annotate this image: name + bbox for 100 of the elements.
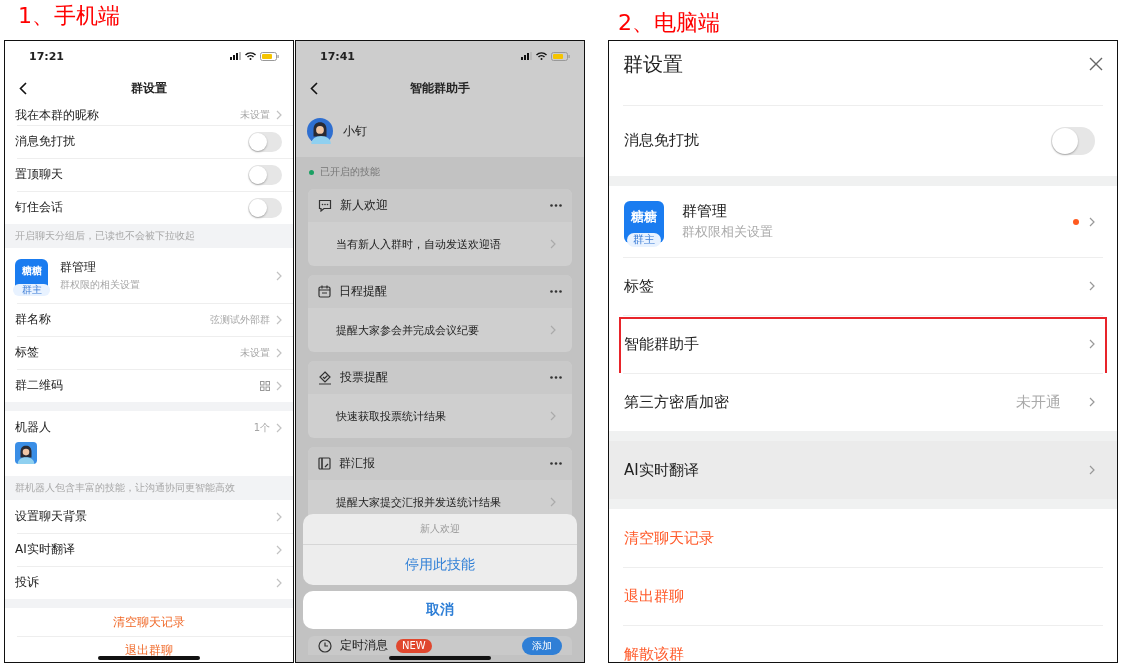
chevron-right-icon bbox=[550, 239, 556, 249]
toggle-switch[interactable] bbox=[248, 131, 282, 152]
setting-label[interactable]: 智能群助手 bbox=[624, 334, 1079, 354]
bot-name: 小钉 bbox=[343, 122, 367, 140]
skill-card[interactable]: 定时消息 NEW 添加 bbox=[308, 636, 572, 655]
more-icon[interactable] bbox=[550, 376, 562, 379]
avatar bbox=[15, 442, 37, 464]
more-icon[interactable] bbox=[550, 204, 562, 207]
skill-title: 投票提醒 bbox=[340, 369, 389, 386]
setting-label[interactable]: 群管理 bbox=[682, 202, 1063, 221]
avatar-text: 糖糖 bbox=[21, 265, 42, 277]
chat-icon bbox=[318, 199, 332, 212]
signal-icon bbox=[521, 52, 532, 60]
chevron-right-icon bbox=[276, 511, 282, 522]
toggle-switch[interactable] bbox=[248, 164, 282, 185]
chevron-right-icon bbox=[550, 497, 556, 507]
chevron-right-icon bbox=[276, 314, 282, 325]
setting-label[interactable]: 标签 bbox=[624, 276, 1079, 296]
section-label: 已开启的技能 bbox=[320, 165, 380, 179]
wifi-icon bbox=[536, 52, 547, 60]
setting-label[interactable]: 机器人 bbox=[15, 419, 248, 436]
setting-label[interactable]: 群名称 bbox=[15, 311, 204, 328]
avatar-text: 糖糖 bbox=[631, 208, 657, 224]
more-icon[interactable] bbox=[550, 462, 562, 465]
wifi-icon bbox=[245, 52, 256, 60]
signal-icon bbox=[230, 52, 241, 60]
back-icon[interactable] bbox=[310, 82, 318, 95]
skill-card[interactable]: 新人欢迎 当有新人入群时，自动发送欢迎语 bbox=[308, 189, 572, 266]
chevron-right-icon bbox=[1089, 281, 1095, 291]
chevron-right-icon bbox=[276, 110, 282, 120]
page-title: 群设置 bbox=[131, 79, 167, 97]
panel-title: 群设置 bbox=[623, 51, 683, 78]
setting-value: 未设置 bbox=[240, 108, 270, 122]
chevron-right-icon bbox=[276, 270, 282, 281]
setting-label[interactable]: 第三方密盾加密 bbox=[624, 392, 1006, 412]
close-icon[interactable] bbox=[1089, 57, 1103, 71]
setting-label[interactable]: 群管理 bbox=[60, 259, 270, 276]
role-badge: 群主 bbox=[13, 284, 50, 296]
hint-text: 开启聊天分组后，已读也不会被下拉收起 bbox=[15, 230, 195, 241]
calendar-icon bbox=[318, 285, 331, 298]
status-time: 17:21 bbox=[29, 49, 64, 63]
back-icon[interactable] bbox=[19, 82, 27, 95]
more-icon[interactable] bbox=[550, 290, 562, 293]
chevron-right-icon bbox=[550, 411, 556, 421]
chevron-right-icon bbox=[276, 577, 282, 588]
vote-icon bbox=[318, 370, 332, 385]
clock-icon bbox=[318, 638, 332, 653]
setting-subtitle: 群权限的相关设置 bbox=[60, 278, 141, 292]
status-dot bbox=[309, 169, 314, 175]
role-badge: 群主 bbox=[627, 232, 661, 247]
skill-card[interactable]: 投票提醒 快速获取投票统计结果 bbox=[308, 361, 572, 438]
skill-description: 快速获取投票统计结果 bbox=[336, 408, 447, 424]
chevron-right-icon bbox=[1089, 216, 1095, 227]
chevron-right-icon bbox=[276, 544, 282, 555]
sheet-title: 新人欢迎 bbox=[420, 522, 460, 536]
setting-label[interactable]: 投诉 bbox=[15, 574, 270, 591]
chevron-right-icon bbox=[1089, 397, 1095, 407]
setting-label: 置顶聊天 bbox=[15, 166, 64, 183]
skill-description: 提醒大家参会并完成会议纪要 bbox=[336, 322, 480, 338]
setting-label: 钉住会话 bbox=[15, 199, 64, 216]
chevron-right-icon bbox=[276, 422, 282, 433]
chevron-right-icon bbox=[1089, 465, 1095, 475]
setting-label[interactable]: 标签 bbox=[15, 344, 234, 361]
section-caption: 2、电脑端 bbox=[618, 10, 720, 35]
battery-icon bbox=[260, 51, 279, 61]
skill-description: 提醒大家提交汇报并发送统计结果 bbox=[336, 494, 502, 510]
skill-description: 当有新人入群时，自动发送欢迎语 bbox=[336, 236, 502, 252]
skill-card[interactable]: 日程提醒 提醒大家参会并完成会议纪要 bbox=[308, 275, 572, 352]
page-title: 智能群助手 bbox=[410, 79, 470, 97]
setting-label[interactable]: 我在本群的昵称 bbox=[15, 106, 234, 124]
status-time: 17:41 bbox=[320, 49, 355, 63]
skill-title: 新人欢迎 bbox=[340, 197, 389, 214]
add-button[interactable]: 添加 bbox=[522, 636, 562, 655]
new-badge: NEW bbox=[396, 638, 432, 653]
setting-label[interactable]: AI实时翻译 bbox=[15, 541, 270, 558]
skill-title: 日程提醒 bbox=[339, 283, 388, 300]
setting-label[interactable]: 设置聊天背景 bbox=[15, 508, 270, 525]
section-caption: 1、手机端 bbox=[18, 3, 120, 28]
setting-value: 弦测试外部群 bbox=[210, 312, 270, 327]
qr-code-icon bbox=[260, 380, 270, 391]
battery-icon bbox=[551, 51, 570, 61]
setting-value: 未设置 bbox=[240, 345, 270, 360]
chevron-right-icon bbox=[1089, 339, 1095, 349]
chevron-right-icon bbox=[276, 347, 282, 358]
setting-label: 消息免打扰 bbox=[624, 131, 700, 150]
cancel-button[interactable]: 取消 bbox=[303, 591, 577, 629]
setting-value: 未开通 bbox=[1016, 392, 1061, 412]
report-icon bbox=[318, 457, 331, 470]
avatar bbox=[307, 118, 333, 144]
hint-text: 群机器人包含丰富的技能，让沟通协同更智能高效 bbox=[15, 482, 235, 493]
skill-title: 群汇报 bbox=[339, 455, 376, 472]
setting-value: 1个 bbox=[253, 420, 270, 435]
toggle-switch[interactable] bbox=[1051, 126, 1095, 155]
disable-skill-button[interactable]: 停用此技能 bbox=[303, 545, 577, 585]
chevron-right-icon bbox=[550, 325, 556, 335]
chevron-right-icon bbox=[276, 380, 282, 391]
setting-label[interactable]: 群二维码 bbox=[15, 377, 254, 394]
skill-title: 定时消息 bbox=[340, 637, 388, 654]
toggle-switch[interactable] bbox=[248, 197, 282, 218]
setting-label: 消息免打扰 bbox=[15, 133, 76, 150]
